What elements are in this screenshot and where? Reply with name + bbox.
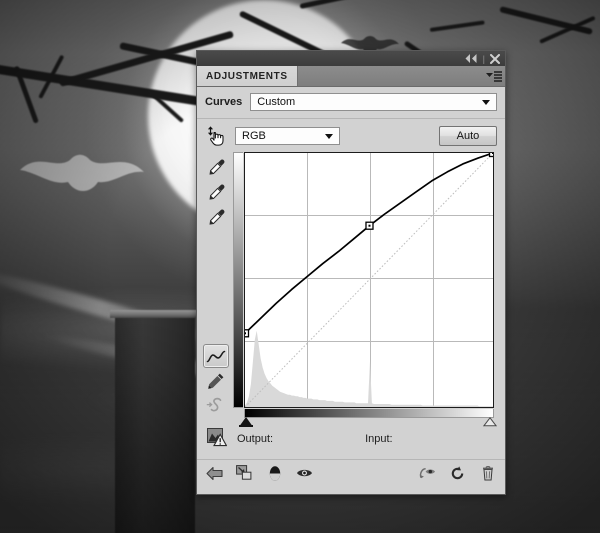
curve-control-point-center-0 — [245, 332, 246, 335]
curve-control-points[interactable] — [245, 153, 493, 338]
curve-point-tool-icon[interactable] — [203, 344, 229, 368]
channel-select-value: RGB — [242, 130, 266, 142]
curve-grid[interactable] — [244, 152, 494, 408]
mask-icon[interactable] — [266, 465, 283, 482]
input-gradient-bar — [244, 409, 494, 418]
reset-icon[interactable] — [449, 465, 466, 482]
pencil-draw-curve-tool-icon[interactable] — [203, 368, 229, 393]
eyedropper-white-point-icon[interactable] — [203, 205, 229, 230]
preset-select-value: Custom — [257, 96, 296, 108]
panel-body: Curves Custom RGB Auto Output: Input: — [197, 87, 505, 486]
curves-graph[interactable] — [233, 152, 497, 427]
auto-button[interactable]: Auto — [439, 126, 497, 146]
white-point-slider[interactable] — [483, 417, 497, 427]
clip-to-layer-icon[interactable] — [236, 465, 253, 482]
panel-tabbar: ADJUSTMENTS — [197, 66, 505, 87]
output-label: Output: — [237, 433, 274, 445]
histogram-warning-icon[interactable] — [207, 428, 228, 450]
rgb-curve-line — [245, 153, 493, 335]
channel-row: RGB Auto — [197, 119, 505, 152]
curves-label: Curves — [205, 96, 243, 108]
preview-previous-state-icon[interactable] — [419, 465, 436, 482]
output-gradient-bar — [233, 152, 243, 408]
titlebar-separator: | — [482, 53, 485, 64]
eye-icon[interactable] — [296, 465, 313, 482]
adjustments-panel[interactable]: | ADJUSTMENTS Curves Custom RGB Auto Out… — [196, 50, 506, 495]
baseline-diagonal — [245, 153, 493, 407]
tabbar-spacer — [298, 66, 483, 86]
curve-control-point-center-2 — [492, 153, 493, 154]
eyedropper-black-point-icon[interactable] — [203, 155, 229, 180]
graph-region — [197, 152, 505, 427]
black-point-slider[interactable] — [239, 417, 253, 427]
curve-plot[interactable] — [245, 153, 493, 407]
panel-footer — [197, 460, 505, 486]
preset-select[interactable]: Custom — [250, 93, 497, 111]
close-icon[interactable] — [490, 53, 500, 64]
back-arrow-icon[interactable] — [206, 465, 223, 482]
chevron-down-icon — [482, 100, 490, 105]
panel-titlebar: | — [197, 51, 505, 66]
collapse-to-icons-icon[interactable] — [465, 54, 478, 63]
tab-adjustments-label: ADJUSTMENTS — [206, 70, 288, 82]
input-label: Input: — [365, 433, 393, 445]
panel-menu-icon[interactable] — [483, 66, 505, 86]
preset-row: Curves Custom — [197, 87, 505, 119]
chevron-down-icon — [325, 134, 333, 139]
auto-button-label: Auto — [456, 130, 480, 142]
channel-select[interactable]: RGB — [235, 127, 340, 145]
trash-icon[interactable] — [479, 465, 496, 482]
eyedropper-gray-point-icon[interactable] — [203, 180, 229, 205]
targeted-adjustment-hand-icon[interactable] — [205, 125, 227, 147]
curve-tool-column — [199, 152, 233, 418]
curve-control-point-center-1 — [368, 224, 371, 227]
smooth-curve-tool-icon[interactable] — [203, 393, 229, 418]
tab-adjustments[interactable]: ADJUSTMENTS — [197, 66, 298, 86]
